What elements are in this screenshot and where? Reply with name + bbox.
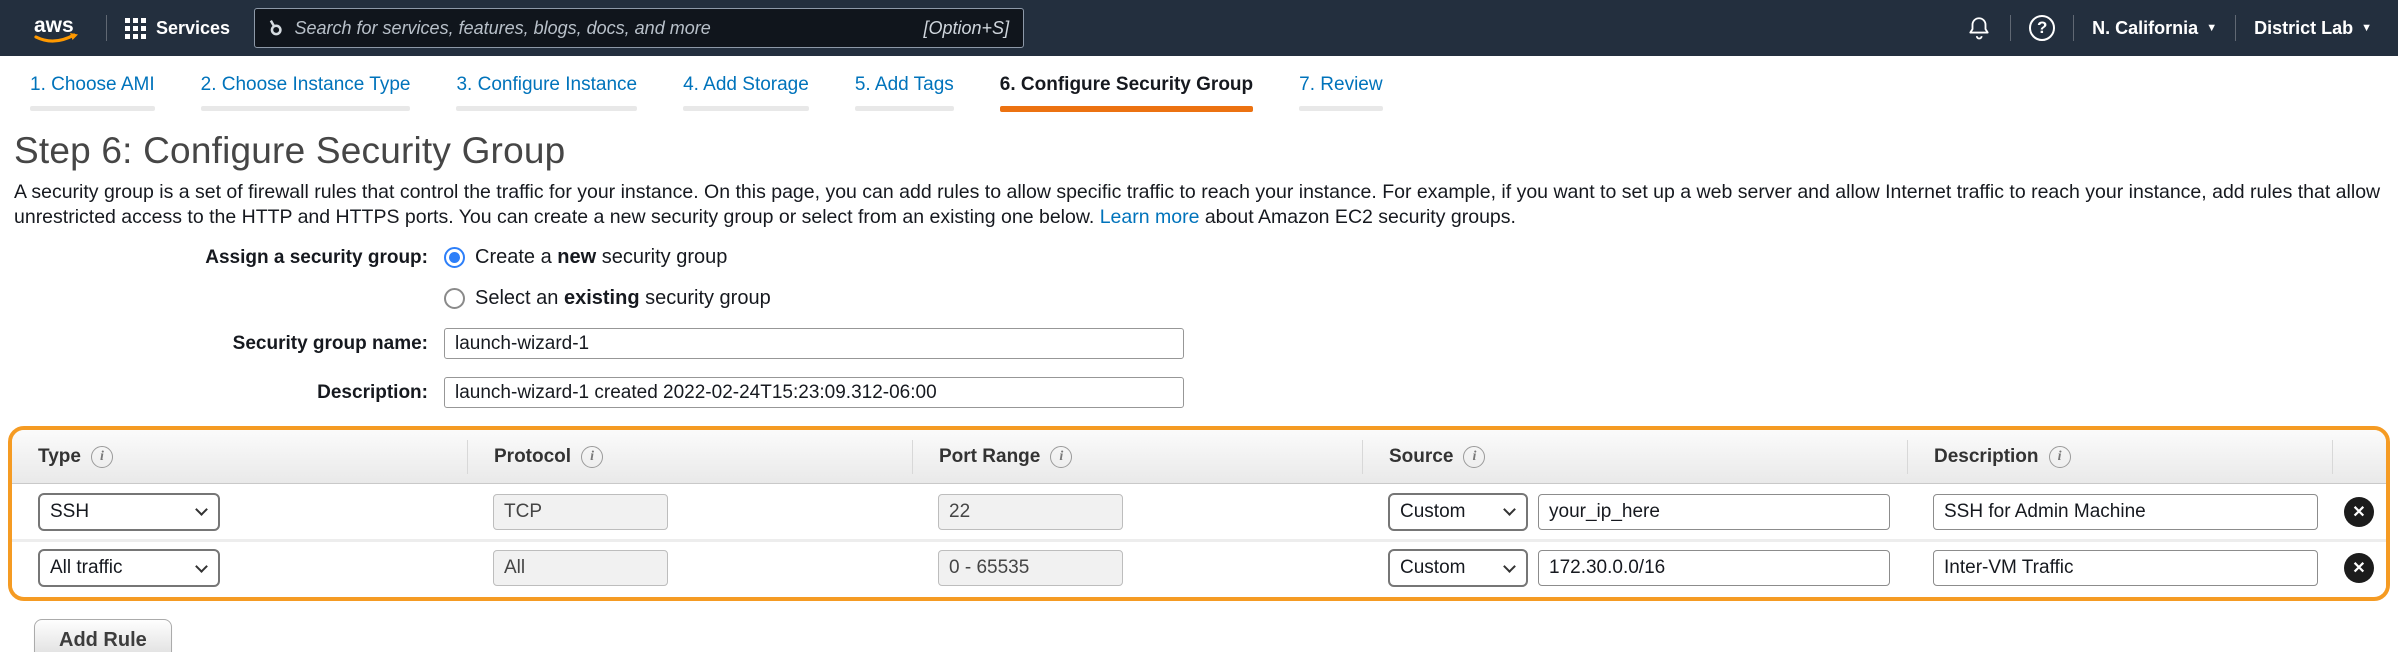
info-icon[interactable]: i: [1050, 446, 1072, 468]
wizard-step-tabs: 1. Choose AMI 2. Choose Instance Type 3.…: [0, 56, 2398, 112]
security-group-description-input[interactable]: [444, 377, 1184, 408]
nav-divider: [2235, 15, 2236, 41]
assign-security-group-label: Assign a security group:: [14, 247, 444, 269]
tab-configure-instance[interactable]: 3. Configure Instance: [456, 74, 637, 112]
search-shortcut-hint: [Option+S]: [924, 18, 1010, 39]
rule-description-input[interactable]: [1933, 550, 2318, 586]
learn-more-link[interactable]: Learn more: [1100, 206, 1200, 228]
add-rule-button[interactable]: Add Rule: [34, 619, 172, 652]
search-icon: ☌: [269, 16, 282, 41]
chevron-down-icon: [1503, 503, 1516, 516]
description-row: Description:: [14, 377, 2384, 408]
column-header-port-range: Port Rangei: [912, 440, 1362, 474]
tab-configure-security-group[interactable]: 6. Configure Security Group: [1000, 74, 1253, 112]
rule-protocol-readonly: [493, 494, 668, 530]
page-intro-text: A security group is a set of firewall ru…: [14, 180, 2384, 230]
security-group-form: Assign a security group: Create a new se…: [14, 246, 2384, 408]
tab-choose-instance-type[interactable]: 2. Choose Instance Type: [201, 74, 411, 112]
security-group-name-input[interactable]: [444, 328, 1184, 359]
rule-port-range-readonly: [938, 494, 1123, 530]
rule-row-all-traffic: All traffic Custom: [12, 539, 2386, 594]
assign-security-group-row: Assign a security group: Create a new se…: [14, 246, 2384, 269]
rule-type-select[interactable]: SSH: [38, 493, 220, 531]
rules-table-body: SSH Custom: [12, 484, 2386, 597]
chevron-down-icon: [195, 560, 208, 573]
services-grid-icon: [125, 18, 146, 39]
rule-protocol-readonly: [493, 550, 668, 586]
main-content: Step 6: Configure Security Group A secur…: [0, 130, 2398, 652]
region-label: N. California: [2092, 18, 2198, 39]
security-group-name-row: Security group name:: [14, 328, 2384, 359]
radio-button-unselected[interactable]: [444, 288, 465, 309]
region-selector[interactable]: N. California ▼: [2092, 18, 2217, 39]
global-search-box[interactable]: ☌ [Option+S]: [254, 8, 1024, 48]
rule-source-type-select[interactable]: Custom: [1388, 549, 1528, 587]
nav-divider: [2010, 15, 2011, 41]
delete-rule-button[interactable]: ✕: [2344, 553, 2374, 583]
info-icon[interactable]: i: [581, 446, 603, 468]
column-header-type: Typei: [12, 440, 467, 474]
nav-divider: [106, 15, 107, 41]
column-header-protocol: Protocoli: [467, 440, 912, 474]
svg-text:aws: aws: [34, 14, 74, 37]
top-navigation-bar: aws Services ☌ [Option+S] ? N. Californi…: [0, 0, 2398, 56]
tab-review[interactable]: 7. Review: [1299, 74, 1382, 112]
info-icon[interactable]: i: [91, 446, 113, 468]
chevron-down-icon: [1503, 560, 1516, 573]
delete-rule-button[interactable]: ✕: [2344, 497, 2374, 527]
services-label: Services: [156, 18, 230, 39]
info-icon[interactable]: i: [2049, 446, 2071, 468]
nav-divider: [2073, 15, 2074, 41]
chevron-down-icon: [195, 503, 208, 516]
tab-choose-ami[interactable]: 1. Choose AMI: [30, 74, 155, 112]
account-menu[interactable]: District Lab ▼: [2254, 18, 2372, 39]
chevron-down-icon: ▼: [2206, 22, 2217, 34]
rule-port-range-readonly: [938, 550, 1123, 586]
aws-logo-icon: aws: [26, 8, 88, 48]
tab-add-tags[interactable]: 5. Add Tags: [855, 74, 954, 112]
rule-source-input[interactable]: [1538, 550, 1890, 586]
rule-type-select[interactable]: All traffic: [38, 549, 220, 587]
column-header-source: Sourcei: [1362, 440, 1907, 474]
column-header-description: Descriptioni: [1907, 440, 2332, 474]
aws-logo[interactable]: aws: [26, 8, 88, 48]
select-existing-group-row: Select an existing security group: [14, 287, 2384, 310]
services-menu-button[interactable]: Services: [125, 18, 230, 39]
page-title: Step 6: Configure Security Group: [14, 130, 2384, 172]
notifications-bell-icon[interactable]: [1966, 15, 1992, 41]
search-input[interactable]: [295, 18, 912, 39]
security-group-name-label: Security group name:: [14, 333, 444, 355]
rule-row-ssh: SSH Custom: [12, 484, 2386, 539]
radio-button-selected[interactable]: [444, 247, 465, 268]
nav-right-group: ? N. California ▼ District Lab ▼: [1966, 15, 2372, 41]
security-rules-table: Typei Protocoli Port Rangei Sourcei Desc…: [8, 426, 2390, 601]
rule-source-input[interactable]: [1538, 494, 1890, 530]
chevron-down-icon: ▼: [2361, 22, 2372, 34]
radio-create-new-group[interactable]: Create a new security group: [444, 246, 727, 269]
description-label: Description:: [14, 382, 444, 404]
rule-source-type-select[interactable]: Custom: [1388, 493, 1528, 531]
rule-description-input[interactable]: [1933, 494, 2318, 530]
radio-select-existing-group[interactable]: Select an existing security group: [444, 287, 771, 310]
tab-add-storage[interactable]: 4. Add Storage: [683, 74, 809, 112]
help-icon[interactable]: ?: [2029, 15, 2055, 41]
account-label: District Lab: [2254, 18, 2353, 39]
info-icon[interactable]: i: [1463, 446, 1485, 468]
rules-table-header: Typei Protocoli Port Rangei Sourcei Desc…: [12, 430, 2386, 484]
